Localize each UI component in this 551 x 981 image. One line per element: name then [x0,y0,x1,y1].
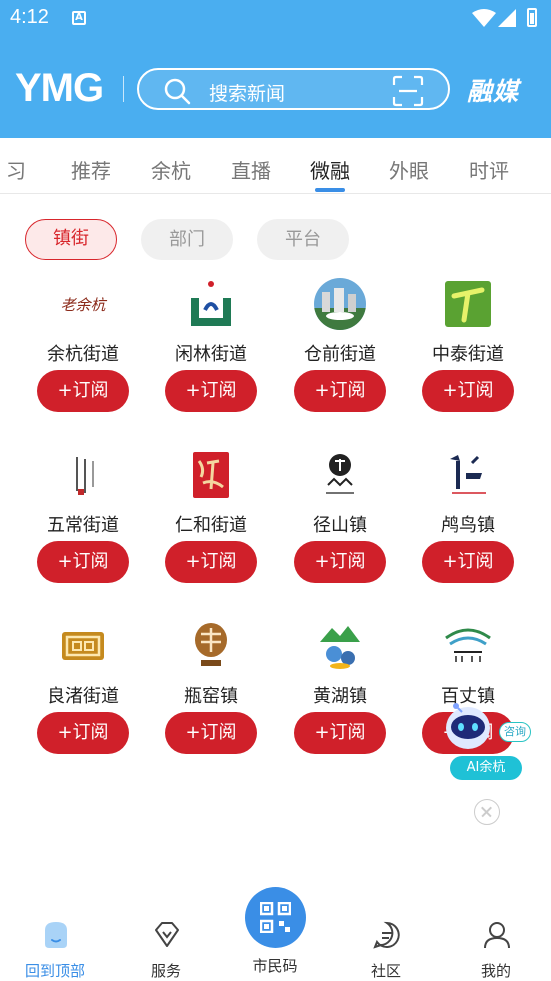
grid-item[interactable]: 径山镇 +订阅 [276,449,404,599]
consult-badge[interactable]: 咨询 [499,722,531,742]
item-name: 良渚街道 [47,686,119,707]
ymg-logo[interactable]: YMG [15,66,104,111]
chat-icon [373,921,400,949]
filter-pill[interactable]: 部门 [141,219,233,260]
wifi-icon [472,9,496,27]
item-name: 仁和街道 [175,515,247,536]
signal-icon [498,9,516,27]
tab-item[interactable]: 推荐 [71,155,111,184]
qr-code-icon [260,902,291,933]
nav-label: 市民码 [252,957,298,975]
item-name: 中泰街道 [432,344,504,365]
subscribe-button[interactable]: +订阅 [422,370,514,412]
diamond-icon [155,922,179,947]
ai-assistant-float[interactable]: 咨询 AI余杭 [444,700,536,782]
user-icon [484,922,510,949]
subscribe-button[interactable]: +订阅 [294,541,386,583]
subscribe-button[interactable]: +订阅 [165,370,257,412]
wuchang-logo-icon [76,457,94,495]
tab-item[interactable]: 直播 [231,155,271,184]
grid-item[interactable]: 仓前街道 +订阅 [276,278,404,428]
tab-item[interactable]: 余杭 [151,155,191,184]
jingshan-logo-icon [326,454,354,494]
grid-item[interactable]: 闲林街道 +订阅 [147,278,275,428]
logo-divider [123,76,124,102]
grid-item[interactable]: 五常街道 +订阅 [19,449,147,599]
subscribe-button[interactable]: +订阅 [37,712,129,754]
back-to-top-icon [45,922,67,948]
svg-text:老余杭: 老余杭 [60,296,107,314]
tab-item[interactable]: 时评 [469,155,509,184]
close-icon[interactable] [474,799,500,825]
grid-item[interactable]: 仁和街道 +订阅 [147,449,275,599]
channel-tabs: 习 推荐 余杭 直播 微融 外眼 时评 [0,138,551,194]
grid-item[interactable]: 良渚街道 +订阅 [19,620,147,770]
subscribe-button[interactable]: +订阅 [294,712,386,754]
subscribe-button[interactable]: +订阅 [37,541,129,583]
subscribe-button[interactable]: +订阅 [165,712,257,754]
grid-item[interactable]: 瓶窑镇 +订阅 [147,620,275,770]
brand-logo[interactable]: 融媒 [467,72,519,108]
luniao-logo-icon [450,455,486,494]
notification-a-icon: A [72,11,86,25]
yuhang-logo-icon: 老余杭 [60,296,107,314]
item-name: 仓前街道 [304,344,376,365]
search-placeholder: 搜索新闻 [209,83,286,105]
renhe-logo-icon [193,452,229,498]
battery-icon [527,8,537,27]
app-header: 4:12 A YMG 搜索新闻 融媒 [0,0,551,138]
item-name: 五常街道 [47,515,119,536]
status-time: 4:12 [10,6,49,28]
ai-assistant-label[interactable]: AI余杭 [450,756,522,780]
nav-label: 回到顶部 [24,962,85,980]
filter-pill-active[interactable]: 镇街 [25,219,117,260]
subscribe-button[interactable]: +订阅 [422,541,514,583]
scan-icon[interactable] [392,75,424,107]
item-name: 闲林街道 [175,344,247,365]
liangzhu-logo-icon [62,632,104,660]
xianlin-logo-icon [191,281,231,326]
cangqian-logo-icon [314,278,366,330]
robot-icon [446,703,490,749]
subscribe-button[interactable]: +订阅 [37,370,129,412]
grid-item[interactable]: 老余杭 余杭街道 +订阅 [19,278,147,428]
huanghu-logo-icon [320,626,360,669]
nav-label: 社区 [370,962,401,980]
zhongtai-logo-icon [445,281,491,327]
tab-item[interactable]: 外眼 [389,155,429,184]
filter-pill[interactable]: 平台 [257,219,349,260]
active-tab-indicator [315,188,345,192]
search-bar[interactable]: 搜索新闻 [137,68,450,110]
tab-item-active[interactable]: 微融 [310,155,350,184]
citizen-code-button[interactable] [245,887,306,948]
search-icon [164,78,191,105]
grid-item[interactable]: 黄湖镇 +订阅 [276,620,404,770]
grid-item[interactable]: 鸬鸟镇 +订阅 [404,449,532,599]
subscribe-button[interactable]: +订阅 [294,370,386,412]
nav-label: 服务 [150,962,181,980]
item-name: 余杭街道 [47,344,119,365]
subscribe-button[interactable]: +订阅 [165,541,257,583]
pingyao-logo-icon [195,623,227,666]
item-name: 径山镇 [313,515,367,536]
baizhang-logo-icon [445,628,491,662]
item-name: 鸬鸟镇 [441,515,495,536]
status-bar: 4:12 A [0,0,551,36]
tab-item[interactable]: 习 [6,155,26,184]
nav-label: 我的 [480,962,511,980]
item-name: 瓶窑镇 [184,686,238,707]
item-name: 黄湖镇 [313,686,367,707]
grid-item[interactable]: 中泰街道 +订阅 [404,278,532,428]
